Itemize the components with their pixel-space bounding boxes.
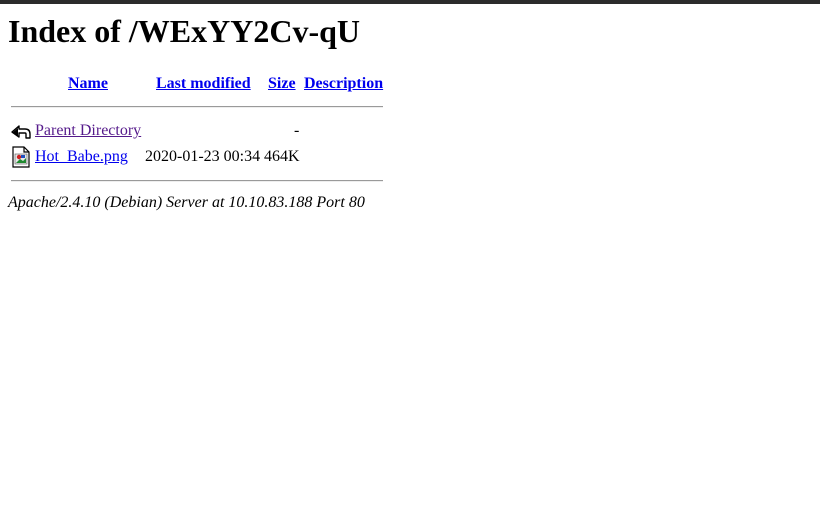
sort-by-size-link[interactable]: Size xyxy=(268,72,296,96)
file-last-modified: 2020-01-23 00:34 xyxy=(145,148,261,165)
back-arrow-icon xyxy=(11,120,31,142)
file-link[interactable]: Hot_Babe.png xyxy=(35,145,128,169)
image-file-icon xyxy=(11,146,31,168)
header-divider xyxy=(11,106,383,108)
sort-by-description-link[interactable]: Description xyxy=(304,72,383,96)
sort-by-name-link[interactable]: Name xyxy=(68,72,108,96)
parent-directory-link[interactable]: Parent Directory xyxy=(35,119,141,143)
sort-by-last-modified-link[interactable]: Last modified xyxy=(156,72,251,96)
window-top-border xyxy=(0,0,820,4)
file-size: 464K xyxy=(264,148,300,165)
parent-directory-size: - xyxy=(294,122,300,139)
footer-divider xyxy=(11,180,383,182)
page-title: Index of /WExYY2Cv-qU xyxy=(8,13,361,49)
server-signature: Apache/2.4.10 (Debian) Server at 10.10.8… xyxy=(8,194,365,211)
